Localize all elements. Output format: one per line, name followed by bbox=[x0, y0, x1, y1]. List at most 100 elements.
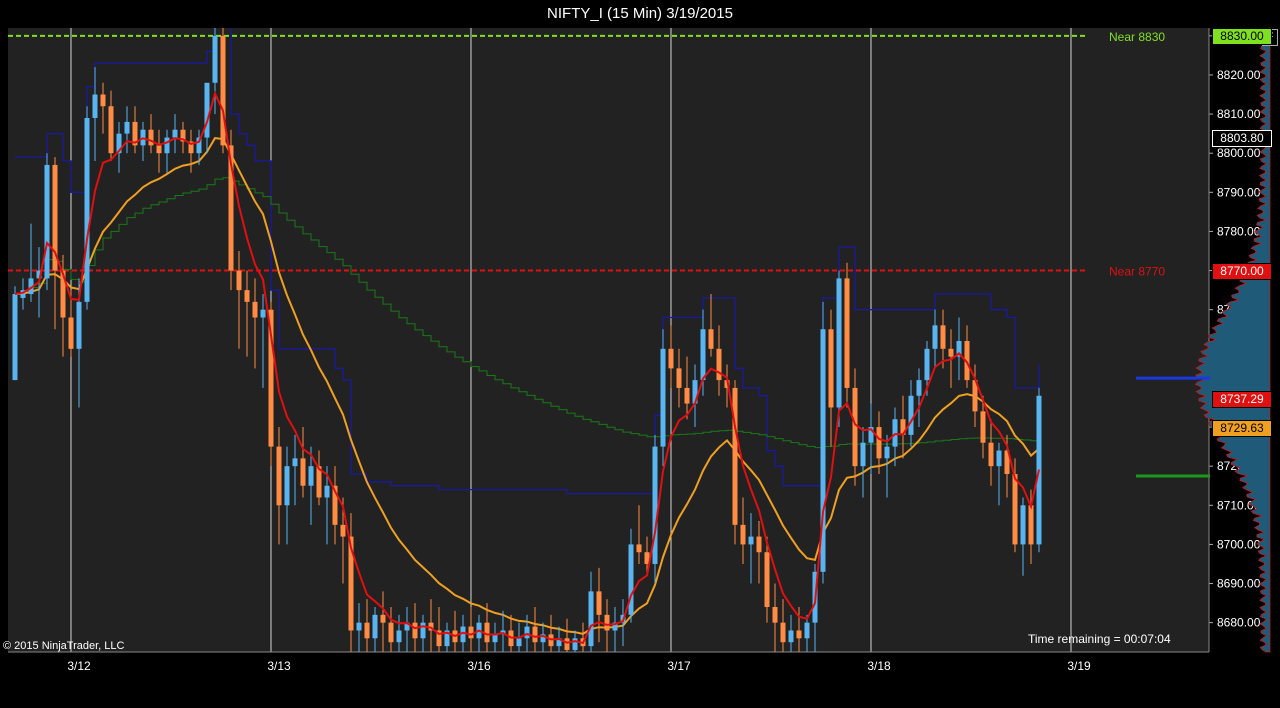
candle-body bbox=[388, 622, 394, 643]
candle-body bbox=[780, 622, 786, 643]
candle-body bbox=[340, 524, 346, 537]
candle-body bbox=[1020, 505, 1026, 545]
x-tick-label: 3/16 bbox=[467, 659, 491, 673]
y-tick-label: 8700.00 bbox=[1217, 537, 1261, 551]
price-tag: 8729.63 bbox=[1212, 420, 1272, 438]
candle-body bbox=[516, 638, 522, 647]
candle-body bbox=[364, 622, 370, 639]
candle-body bbox=[68, 317, 74, 349]
candle-body bbox=[892, 419, 898, 447]
candle-body bbox=[148, 129, 154, 146]
candle-body bbox=[300, 458, 306, 486]
candle-body bbox=[164, 137, 170, 154]
candle-body bbox=[468, 626, 474, 639]
candle-body bbox=[788, 630, 794, 643]
candle-body bbox=[44, 164, 50, 279]
candle-body bbox=[292, 458, 298, 467]
candle-body bbox=[764, 552, 770, 608]
plot-area bbox=[8, 28, 1209, 652]
candle-body bbox=[876, 427, 882, 459]
candle-body bbox=[844, 278, 850, 388]
candle-body bbox=[924, 348, 930, 381]
candle-body bbox=[564, 638, 570, 651]
candle-body bbox=[708, 329, 714, 349]
y-tick-label: 8820.00 bbox=[1217, 68, 1261, 82]
candle-body bbox=[284, 466, 290, 506]
x-tick-label: 3/13 bbox=[267, 659, 291, 673]
price-tag: 8803.80 bbox=[1212, 130, 1272, 148]
level-label: Near 8830 bbox=[1109, 30, 1165, 44]
candle-body bbox=[396, 630, 402, 643]
candle-body bbox=[860, 442, 866, 467]
candle-body bbox=[852, 387, 858, 467]
y-tick-label: 8790.00 bbox=[1217, 185, 1261, 199]
candle-body bbox=[996, 450, 1002, 467]
candle-body bbox=[940, 325, 946, 349]
candle-body bbox=[84, 117, 90, 302]
candle-body bbox=[916, 380, 922, 396]
candle-body bbox=[836, 278, 842, 408]
candle-body bbox=[108, 106, 114, 154]
candle-body bbox=[676, 368, 682, 388]
candle-body bbox=[356, 622, 362, 631]
candle-body bbox=[100, 94, 106, 107]
candle-body bbox=[572, 638, 578, 651]
y-tick-label: 8800.00 bbox=[1217, 146, 1261, 160]
candle-body bbox=[92, 94, 98, 118]
candle-body bbox=[412, 622, 418, 639]
candle-body bbox=[756, 536, 762, 553]
price-chart[interactable]: 3/12 3/13 3/16 3/17 3/18 3/19 8680.00 8690.00 87… bbox=[0, 0, 1280, 708]
candle-body bbox=[276, 446, 282, 506]
x-tick-label: 3/12 bbox=[67, 659, 91, 673]
copyright-text: © 2015 NinjaTrader, LLC bbox=[3, 640, 125, 652]
candle-body bbox=[700, 329, 706, 381]
x-tick-label: 3/19 bbox=[1067, 659, 1091, 673]
candle-body bbox=[932, 325, 938, 349]
candle-body bbox=[244, 290, 250, 302]
candle-body bbox=[884, 446, 890, 459]
candle-body bbox=[12, 294, 18, 381]
candle-body bbox=[324, 485, 330, 498]
candle-body bbox=[492, 634, 498, 643]
candle-body bbox=[804, 622, 810, 639]
price-tag: 8737.29 bbox=[1212, 390, 1272, 408]
candle-body bbox=[796, 630, 802, 639]
y-tick-label: 8810.00 bbox=[1217, 107, 1261, 121]
candle-body bbox=[668, 348, 674, 369]
candle-body bbox=[948, 348, 954, 357]
y-tick-label: 8680.00 bbox=[1217, 616, 1261, 630]
candle-body bbox=[684, 387, 690, 404]
candle-body bbox=[588, 591, 594, 647]
candle-body bbox=[76, 301, 82, 349]
y-tick-label: 8780.00 bbox=[1217, 224, 1261, 238]
candle-body bbox=[980, 411, 986, 443]
candle-body bbox=[660, 348, 666, 447]
candle-body bbox=[236, 270, 242, 291]
candle-body bbox=[828, 329, 834, 408]
candle-body bbox=[156, 145, 162, 154]
y-tick-label: 8690.00 bbox=[1217, 577, 1261, 591]
candle-body bbox=[420, 622, 426, 639]
candle-body bbox=[988, 442, 994, 467]
candle-body bbox=[172, 129, 178, 138]
candle-body bbox=[908, 395, 914, 435]
candle-body bbox=[124, 121, 130, 134]
candle-body bbox=[716, 348, 722, 381]
candle-body bbox=[308, 466, 314, 486]
time-remaining: Time remaining = 00:07:04 bbox=[1028, 632, 1171, 646]
candle-body bbox=[380, 614, 386, 623]
candle-body bbox=[212, 35, 218, 83]
candle-body bbox=[1012, 473, 1018, 545]
candle-body bbox=[1028, 505, 1034, 545]
candle-body bbox=[732, 387, 738, 525]
candle-body bbox=[596, 591, 602, 615]
candle-body bbox=[772, 607, 778, 623]
x-tick-label: 3/18 bbox=[867, 659, 891, 673]
x-tick-label: 3/17 bbox=[667, 659, 691, 673]
candle-body bbox=[252, 301, 258, 318]
candle-body bbox=[372, 614, 378, 639]
candle-body bbox=[524, 626, 530, 639]
candle-body bbox=[260, 309, 266, 318]
candle-body bbox=[532, 626, 538, 643]
candle-body bbox=[636, 544, 642, 553]
